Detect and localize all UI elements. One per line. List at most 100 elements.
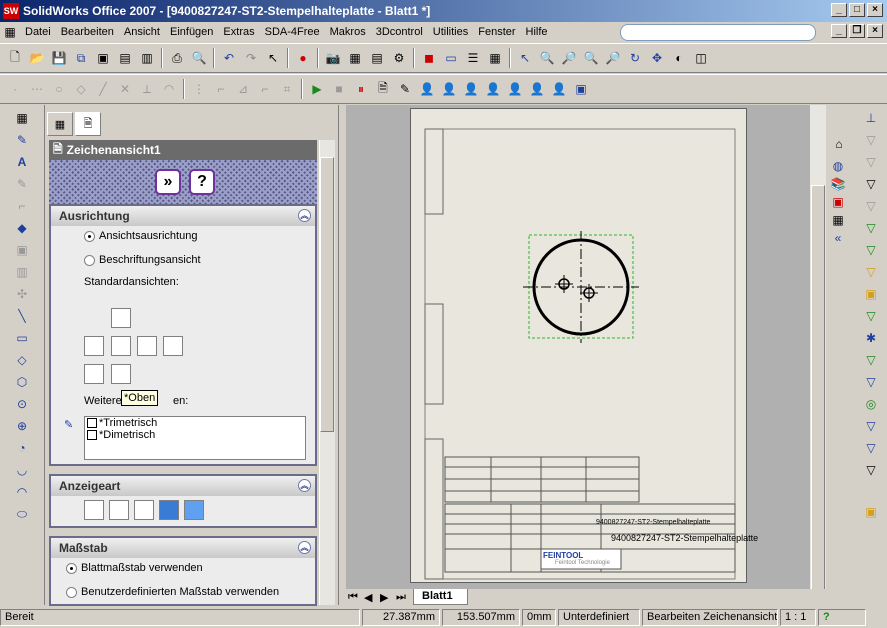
- last-sheet-icon[interactable]: ⏭: [396, 591, 406, 604]
- diamond-icon[interactable]: ◇: [13, 351, 31, 369]
- radio-view-orientation[interactable]: Ansichtsausrichtung: [84, 230, 197, 242]
- splitter[interactable]: [338, 105, 346, 605]
- close-button[interactable]: ×: [867, 3, 883, 17]
- pause-macro-icon[interactable]: ⏸: [352, 80, 370, 98]
- ellipse-icon[interactable]: ⬭: [13, 505, 31, 523]
- new-macro-icon[interactable]: 🗎: [374, 80, 392, 98]
- select-icon[interactable]: ↖: [264, 49, 282, 67]
- options-icon[interactable]: ⚙: [390, 49, 408, 67]
- home-icon[interactable]: ⌂: [830, 135, 848, 153]
- first-sheet-icon[interactable]: ⏮: [348, 591, 358, 604]
- wireframe-button[interactable]: [84, 500, 104, 520]
- user-icon-3[interactable]: 👤: [462, 80, 480, 98]
- tab-featuremanager[interactable]: ▦: [47, 112, 73, 136]
- filter-dimension-icon[interactable]: ◎: [862, 395, 880, 413]
- grid-icon[interactable]: ▦: [346, 49, 364, 67]
- cylinder-icon[interactable]: ▥: [13, 263, 31, 281]
- user-icon-2[interactable]: 👤: [440, 80, 458, 98]
- collapse-icon[interactable]: ︽: [298, 479, 311, 492]
- list-item[interactable]: *Trimetrisch: [85, 417, 305, 429]
- file-explorer-icon[interactable]: ▣: [829, 193, 847, 211]
- filter-plane-icon[interactable]: ▽: [862, 351, 880, 369]
- menu-3dcontrol[interactable]: 3Dcontrol: [371, 23, 428, 41]
- group-header[interactable]: Anzeigeart ︽: [51, 476, 315, 496]
- menu-makros[interactable]: Makros: [325, 23, 371, 41]
- new-file-icon[interactable]: 🗋: [6, 49, 24, 67]
- stop-macro-icon[interactable]: ■: [330, 80, 348, 98]
- document-icon[interactable]: ▦: [2, 24, 18, 40]
- point-icon[interactable]: ·: [6, 80, 24, 98]
- status-scale[interactable]: 1 : 1: [780, 609, 816, 626]
- filter-icon-4[interactable]: ▽: [862, 197, 880, 215]
- menu-bearbeiten[interactable]: Bearbeiten: [56, 23, 119, 41]
- pan-icon[interactable]: ✥: [648, 49, 666, 67]
- filter-balloon-icon[interactable]: ▽: [862, 439, 880, 457]
- traffic-light-icon[interactable]: ●: [294, 49, 312, 67]
- circle-icon[interactable]: ○: [50, 80, 68, 98]
- menu-fenster[interactable]: Fenster: [473, 23, 520, 41]
- centerline-icon[interactable]: ⋯: [28, 80, 46, 98]
- help-button[interactable]: ?: [189, 169, 215, 195]
- sketch-icon[interactable]: ✎: [13, 175, 31, 193]
- maximize-button[interactable]: □: [849, 3, 865, 17]
- arc-tangent-icon[interactable]: ◡: [13, 461, 31, 479]
- checkbox[interactable]: [87, 418, 97, 428]
- open-folder-icon[interactable]: 📂: [28, 49, 46, 67]
- radio-dot[interactable]: [84, 254, 95, 266]
- filter-edge-icon[interactable]: ▽: [862, 241, 880, 259]
- camera-icon[interactable]: 📷: [324, 49, 342, 67]
- minimize-button[interactable]: _: [831, 3, 847, 17]
- make-drawing-icon[interactable]: ▤: [116, 49, 134, 67]
- prev-sheet-icon[interactable]: ◀: [364, 591, 372, 604]
- polygon-icon[interactable]: ◇: [72, 80, 90, 98]
- group-header[interactable]: Maßstab ︽: [51, 538, 315, 558]
- print-icon[interactable]: ⎙: [168, 49, 186, 67]
- filter-icon-3[interactable]: ▽: [862, 175, 880, 193]
- menu-einfuegen[interactable]: Einfügen: [165, 23, 218, 41]
- arc-3point-icon[interactable]: ◠: [13, 483, 31, 501]
- doc-minimize-button[interactable]: _: [831, 24, 847, 38]
- 3d-box-icon[interactable]: ◼: [420, 49, 438, 67]
- view-top-button[interactable]: [163, 336, 183, 356]
- collapse-icon[interactable]: ︽: [298, 541, 311, 554]
- pointer-icon[interactable]: ↖: [516, 49, 534, 67]
- view-left-button[interactable]: [84, 336, 104, 356]
- user-icon-1[interactable]: 👤: [418, 80, 436, 98]
- table-icon[interactable]: ▤: [368, 49, 386, 67]
- sheet-icon[interactable]: ▦: [486, 49, 504, 67]
- rotate-icon[interactable]: ↻: [626, 49, 644, 67]
- save-all-icon[interactable]: ⧉: [72, 49, 90, 67]
- sheet-tab[interactable]: Blatt1: [413, 589, 468, 605]
- user-icon-4[interactable]: 👤: [484, 80, 502, 98]
- doc-restore-button[interactable]: ❐: [849, 24, 865, 38]
- text-icon[interactable]: A: [13, 153, 31, 171]
- view-isometric-button[interactable]: [84, 364, 104, 384]
- save-as-icon[interactable]: ▣: [94, 49, 112, 67]
- previous-view-icon[interactable]: ◐: [670, 49, 688, 67]
- corner-icon[interactable]: ⌐: [256, 80, 274, 98]
- radio-dot[interactable]: [66, 562, 77, 574]
- hexagon-icon[interactable]: ⬡: [13, 373, 31, 391]
- rectangle-icon[interactable]: ▭: [13, 329, 31, 347]
- filter-point-icon[interactable]: ✱: [862, 329, 880, 347]
- view-back-button[interactable]: [111, 308, 131, 328]
- filter-face-icon[interactable]: ▽: [862, 263, 880, 281]
- trim-icon[interactable]: ✕: [116, 80, 134, 98]
- user-icon-5[interactable]: 👤: [506, 80, 524, 98]
- scrollbar-thumb[interactable]: [320, 157, 334, 432]
- redo-icon[interactable]: ↷: [242, 49, 260, 67]
- resources-icon[interactable]: ◍: [829, 157, 847, 175]
- design-library-icon[interactable]: 📚: [829, 175, 847, 193]
- menu-sda4free[interactable]: SDA-4Free: [260, 23, 325, 41]
- circle-perimeter-icon[interactable]: ⊕: [13, 417, 31, 435]
- zoom-in-out-icon[interactable]: 🔍: [582, 49, 600, 67]
- zoom-fit-icon[interactable]: 🔍: [538, 49, 556, 67]
- arc-center-icon[interactable]: ◔: [13, 439, 31, 457]
- radio-dot[interactable]: [84, 230, 95, 242]
- arc-icon[interactable]: ◠: [160, 80, 178, 98]
- line-icon[interactable]: ╱: [94, 80, 112, 98]
- doc-close-button[interactable]: ×: [867, 24, 883, 38]
- block-icon[interactable]: ▣: [13, 241, 31, 259]
- pin-icon[interactable]: ⊥: [862, 109, 880, 127]
- radio-dot[interactable]: [66, 586, 77, 598]
